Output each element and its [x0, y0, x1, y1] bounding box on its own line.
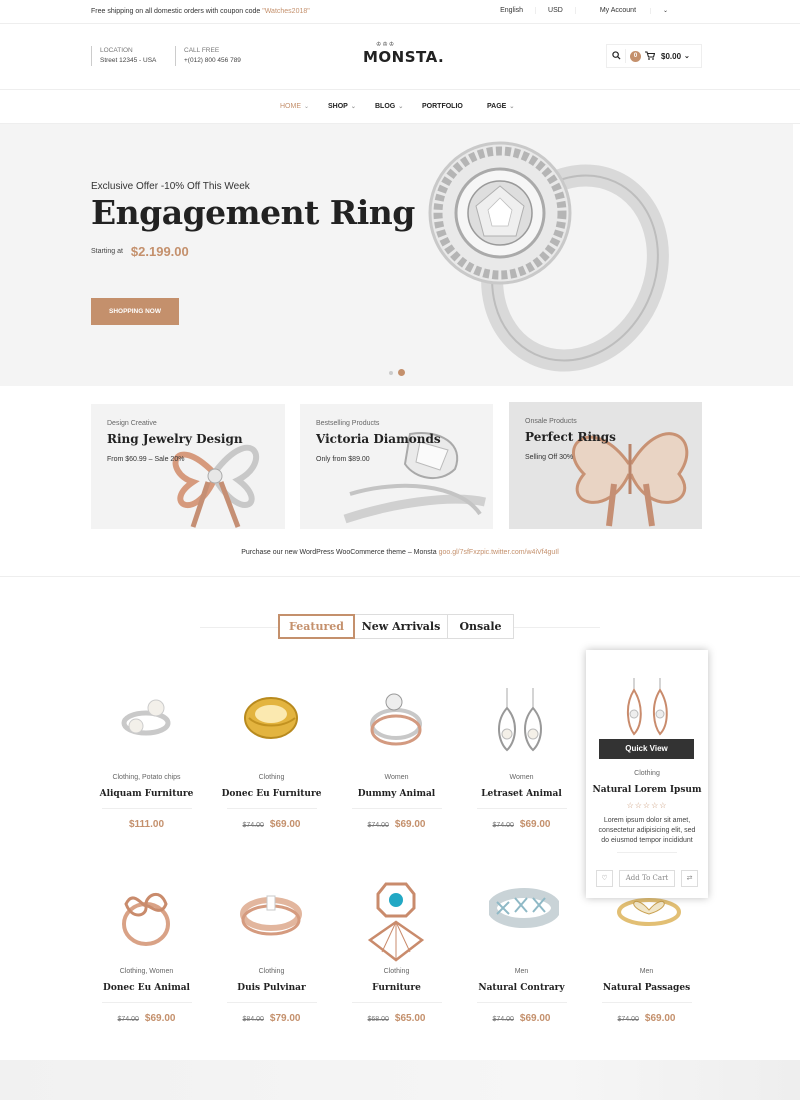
- compare-button[interactable]: ⇄: [681, 870, 698, 887]
- site-header: LOCATION Street 12345 - USA CALL FREE +(…: [0, 24, 800, 90]
- cart-count-badge: 0: [630, 50, 641, 62]
- purchase-link[interactable]: goo.gl/7sfFxzpic.twitter.com/w4iVf4guIl: [439, 549, 559, 556]
- product-price: $84.00 $79.00: [242, 1013, 301, 1024]
- turquoise-earring-image: [367, 882, 425, 962]
- infinity-ring-image: [122, 892, 170, 946]
- cart-total[interactable]: $0.00: [661, 52, 681, 61]
- engagement-ring-image: [428, 141, 669, 372]
- product-description: Lorem ipsum dolor sit amet, consectetur …: [598, 817, 696, 844]
- next-section-banner: [0, 1060, 800, 1100]
- product-price: $74.00 $69.00: [492, 819, 551, 830]
- tab-new-arrivals[interactable]: New Arrivals: [355, 614, 448, 639]
- product-name[interactable]: Natural Passages: [584, 983, 709, 993]
- product-price: $74.00 $69.00: [242, 819, 301, 830]
- pearl-earrings-image: [498, 688, 542, 752]
- add-to-cart-button[interactable]: Add To Cart: [619, 870, 675, 887]
- hero-starting-price: Starting at $2.199.00: [91, 244, 189, 259]
- cart-icon[interactable]: [641, 50, 659, 62]
- site-logo[interactable]: ♔♔♔ MONSTA.: [363, 41, 444, 66]
- product-price: $74.00 $69.00: [367, 819, 426, 830]
- tab-featured[interactable]: Featured: [278, 614, 355, 639]
- product-card[interactable]: Clothing Donec Eu Furniture $74.00 $69.00: [209, 668, 334, 830]
- product-name[interactable]: Duis Pulvinar: [209, 983, 334, 993]
- promo-banner-2[interactable]: Bestselling Products Victoria Diamonds O…: [300, 404, 493, 529]
- product-price: $111.00: [128, 819, 165, 830]
- slider-dot[interactable]: [389, 370, 393, 375]
- my-account-menu[interactable]: My Account ⌄: [574, 7, 692, 14]
- wishlist-button[interactable]: ♡: [596, 870, 613, 887]
- promo-banner-1[interactable]: Design Creative Ring Jewelry Design From…: [91, 404, 285, 529]
- product-name[interactable]: Dummy Animal: [334, 789, 459, 799]
- gold-ring-image: [244, 697, 298, 739]
- slider-dot-active[interactable]: [398, 369, 405, 376]
- chevron-down-icon: ⌄: [350, 104, 356, 110]
- shopping-now-button[interactable]: SHOPPING NOW: [91, 298, 179, 325]
- tab-onsale[interactable]: Onsale: [448, 614, 514, 639]
- product-card-hovered[interactable]: Quick View Clothing Natural Lorem Ipsum …: [586, 650, 708, 898]
- call-info: CALL FREE +(012) 800 456 789: [175, 46, 241, 66]
- product-name[interactable]: Donec Eu Furniture: [209, 789, 334, 799]
- product-card[interactable]: Clothing, Potato chips Aliquam Furniture…: [84, 668, 209, 830]
- bridal-ring-set-image: [370, 693, 422, 746]
- crown-icon: ♔♔♔: [376, 41, 396, 48]
- product-name[interactable]: Letraset Animal: [459, 789, 584, 799]
- product-name[interactable]: Donec Eu Animal: [84, 983, 209, 993]
- product-name[interactable]: Aliquam Furniture: [84, 789, 209, 799]
- section-divider: [0, 576, 800, 577]
- hero-offer: Exclusive Offer -10% Off This Week: [91, 181, 250, 192]
- chevron-down-icon: ⌄: [684, 53, 690, 60]
- product-tabs: Featured New Arrivals Onsale: [278, 614, 514, 639]
- location-info: LOCATION Street 12345 - USA: [91, 46, 156, 66]
- promo-banner-3[interactable]: Onsale Products Perfect Rings Selling Of…: [509, 402, 702, 529]
- product-price: $74.00 $69.00: [492, 1013, 551, 1024]
- rating-stars: ☆☆☆☆☆: [626, 801, 668, 810]
- nav-item-home[interactable]: HOME ⌄: [280, 103, 309, 110]
- chevron-down-icon: ⌄: [304, 104, 310, 110]
- silver-x-band-image: [489, 888, 559, 928]
- product-card[interactable]: Clothing Furniture $68.00 $65.00: [334, 862, 459, 1024]
- header-actions: 0 $0.00 ⌄: [606, 44, 702, 68]
- product-card[interactable]: Men Natural Contrary $74.00 $69.00: [459, 862, 584, 1024]
- purchase-notice: Purchase our new WordPress WooCommerce t…: [241, 549, 559, 556]
- heart-icon: ♡: [601, 875, 608, 882]
- product-card[interactable]: Clothing, Women Donec Eu Animal $74.00 $6…: [84, 862, 209, 1024]
- main-nav: HOME ⌄ SHOP ⌄ BLOG ⌄ PORTFOLIO PAGE ⌄: [0, 90, 800, 124]
- nav-item-blog[interactable]: BLOG ⌄: [375, 103, 403, 110]
- product-card[interactable]: Clothing Duis Pulvinar $84.00 $79.00: [209, 862, 334, 1024]
- product-name[interactable]: Natural Lorem Ipsum: [586, 785, 708, 795]
- hero-title: Engagement Ring: [91, 193, 415, 232]
- nav-item-portfolio[interactable]: PORTFOLIO: [422, 103, 463, 110]
- product-card[interactable]: Women Letraset Animal $74.00 $69.00: [459, 668, 584, 830]
- compare-icon: ⇄: [686, 875, 693, 882]
- product-name[interactable]: Natural Contrary: [459, 983, 584, 993]
- bow-ring-image: [172, 444, 260, 528]
- top-bar: Free shipping on all domestic orders wit…: [0, 0, 800, 24]
- product-price: $68.00 $65.00: [367, 1013, 426, 1024]
- product-price: $74.00 $69.00: [117, 1013, 176, 1024]
- search-icon[interactable]: [607, 50, 625, 62]
- chevron-down-icon: ⌄: [398, 104, 404, 110]
- product-name[interactable]: Furniture: [334, 983, 459, 993]
- pearl-ring-image: [121, 699, 171, 736]
- product-price: $74.00 $69.00: [617, 1013, 676, 1024]
- product-card[interactable]: Women Dummy Animal $74.00 $69.00: [334, 668, 459, 830]
- rose-gold-band-image: [240, 895, 302, 936]
- shipping-notice: Free shipping on all domestic orders wit…: [91, 8, 310, 15]
- coupon-code: "Watches2018": [262, 8, 310, 15]
- rose-earrings-image: [627, 678, 668, 736]
- nav-item-shop[interactable]: SHOP ⌄: [328, 103, 356, 110]
- chevron-down-icon: ⌄: [649, 8, 680, 14]
- language-select[interactable]: English: [488, 7, 535, 14]
- nav-item-page[interactable]: PAGE ⌄: [487, 103, 514, 110]
- quick-view-button[interactable]: Quick View: [599, 739, 694, 759]
- chevron-down-icon: ⌄: [509, 104, 515, 110]
- slider-dots: [389, 369, 405, 376]
- hero-slider: Exclusive Offer -10% Off This Week Engag…: [0, 124, 793, 386]
- currency-select[interactable]: USD: [535, 7, 575, 14]
